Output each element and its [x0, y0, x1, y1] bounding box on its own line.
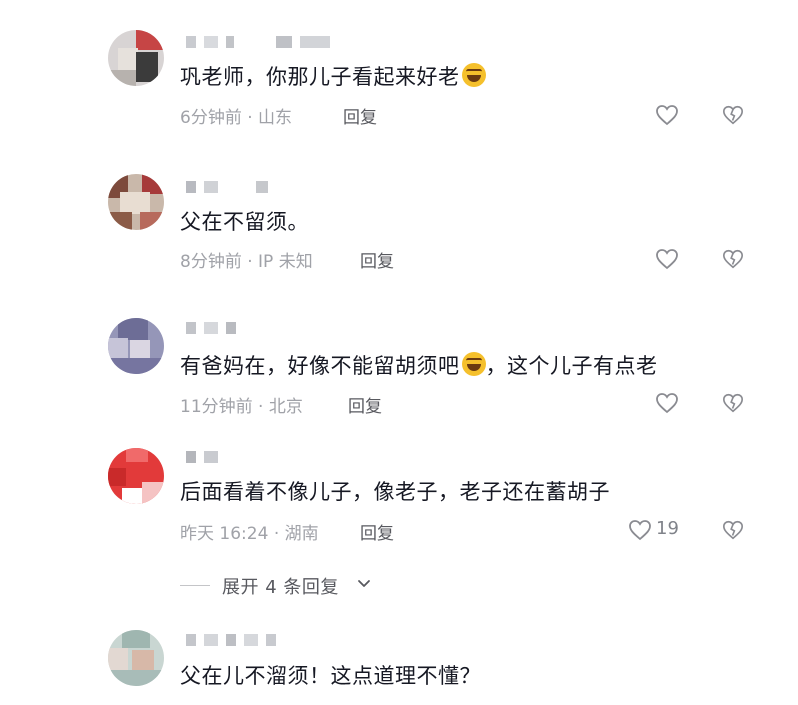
comment-text: 父在不留须。	[180, 206, 309, 236]
avatar[interactable]	[108, 630, 164, 686]
timestamp: 昨天 16:24	[180, 524, 269, 544]
timestamp: 6分钟前	[180, 108, 242, 128]
ip-location: 山东	[258, 108, 293, 128]
timestamp: 8分钟前	[180, 252, 242, 272]
broken-heart-icon[interactable]	[722, 519, 744, 541]
reply-button[interactable]: 回复	[348, 392, 382, 417]
comment-meta: 6分钟前 · 山东	[180, 103, 292, 128]
chevron-down-icon	[358, 580, 370, 587]
separator: ·	[273, 524, 280, 544]
divider-line	[180, 585, 210, 586]
heart-outline-icon[interactable]	[628, 519, 652, 541]
timestamp: 11分钟前	[180, 397, 253, 417]
broken-heart-icon[interactable]	[722, 392, 744, 414]
separator: ·	[258, 397, 264, 417]
username-redacted[interactable]	[186, 36, 338, 50]
laughing-tears-emoji-icon	[461, 352, 486, 376]
username-redacted[interactable]	[186, 181, 276, 195]
heart-outline-icon[interactable]	[655, 104, 679, 126]
comment-body-continued: ，这个儿子有点老	[485, 354, 658, 378]
broken-heart-icon[interactable]	[722, 248, 744, 270]
username-redacted[interactable]	[186, 451, 226, 465]
separator: ·	[247, 252, 253, 272]
username-redacted[interactable]	[186, 634, 284, 648]
reply-button[interactable]: 回复	[360, 519, 394, 544]
separator: ·	[247, 108, 253, 128]
comment-body: 后面看着不像儿子，像老子，老子还在蓄胡子	[180, 480, 610, 504]
reply-button[interactable]: 回复	[343, 103, 377, 128]
avatar[interactable]	[108, 318, 164, 374]
comment-meta: 11分钟前 · 北京	[180, 392, 303, 417]
comment-text: 父在儿不溜须！这点道理不懂？	[180, 660, 481, 690]
broken-heart-icon[interactable]	[722, 104, 744, 126]
comment-meta: 8分钟前 · IP 未知	[180, 247, 313, 272]
comment-body: 父在不留须。	[180, 210, 309, 234]
comment-text: 后面看着不像儿子，像老子，老子还在蓄胡子	[180, 476, 610, 506]
comment-text: 有爸妈在，好像不能留胡须吧 ，这个儿子有点老	[180, 350, 658, 380]
expand-replies-label: 展开 4 条回复	[222, 577, 339, 598]
reply-button[interactable]: 回复	[360, 247, 394, 272]
ip-location: IP 未知	[258, 252, 313, 272]
comment-body: 父在儿不溜须！这点道理不懂？	[180, 664, 481, 688]
avatar[interactable]	[108, 174, 164, 230]
heart-outline-icon[interactable]	[655, 392, 679, 414]
laughing-tears-emoji-icon	[461, 63, 486, 87]
comment-body: 巩老师，你那儿子看起来好老	[180, 65, 460, 89]
username-redacted[interactable]	[186, 322, 244, 336]
comment-text: 巩老师，你那儿子看起来好老	[180, 61, 486, 91]
like-count: 19	[656, 518, 679, 539]
comment-meta: 昨天 16:24 · 湖南	[180, 519, 319, 544]
ip-location: 湖南	[284, 524, 319, 544]
heart-outline-icon[interactable]	[655, 248, 679, 270]
ip-location: 北京	[268, 397, 303, 417]
avatar[interactable]	[108, 30, 164, 86]
expand-replies-button[interactable]: 展开 4 条回复	[180, 573, 400, 601]
comment-body: 有爸妈在，好像不能留胡须吧	[180, 354, 460, 378]
avatar[interactable]	[108, 448, 164, 504]
